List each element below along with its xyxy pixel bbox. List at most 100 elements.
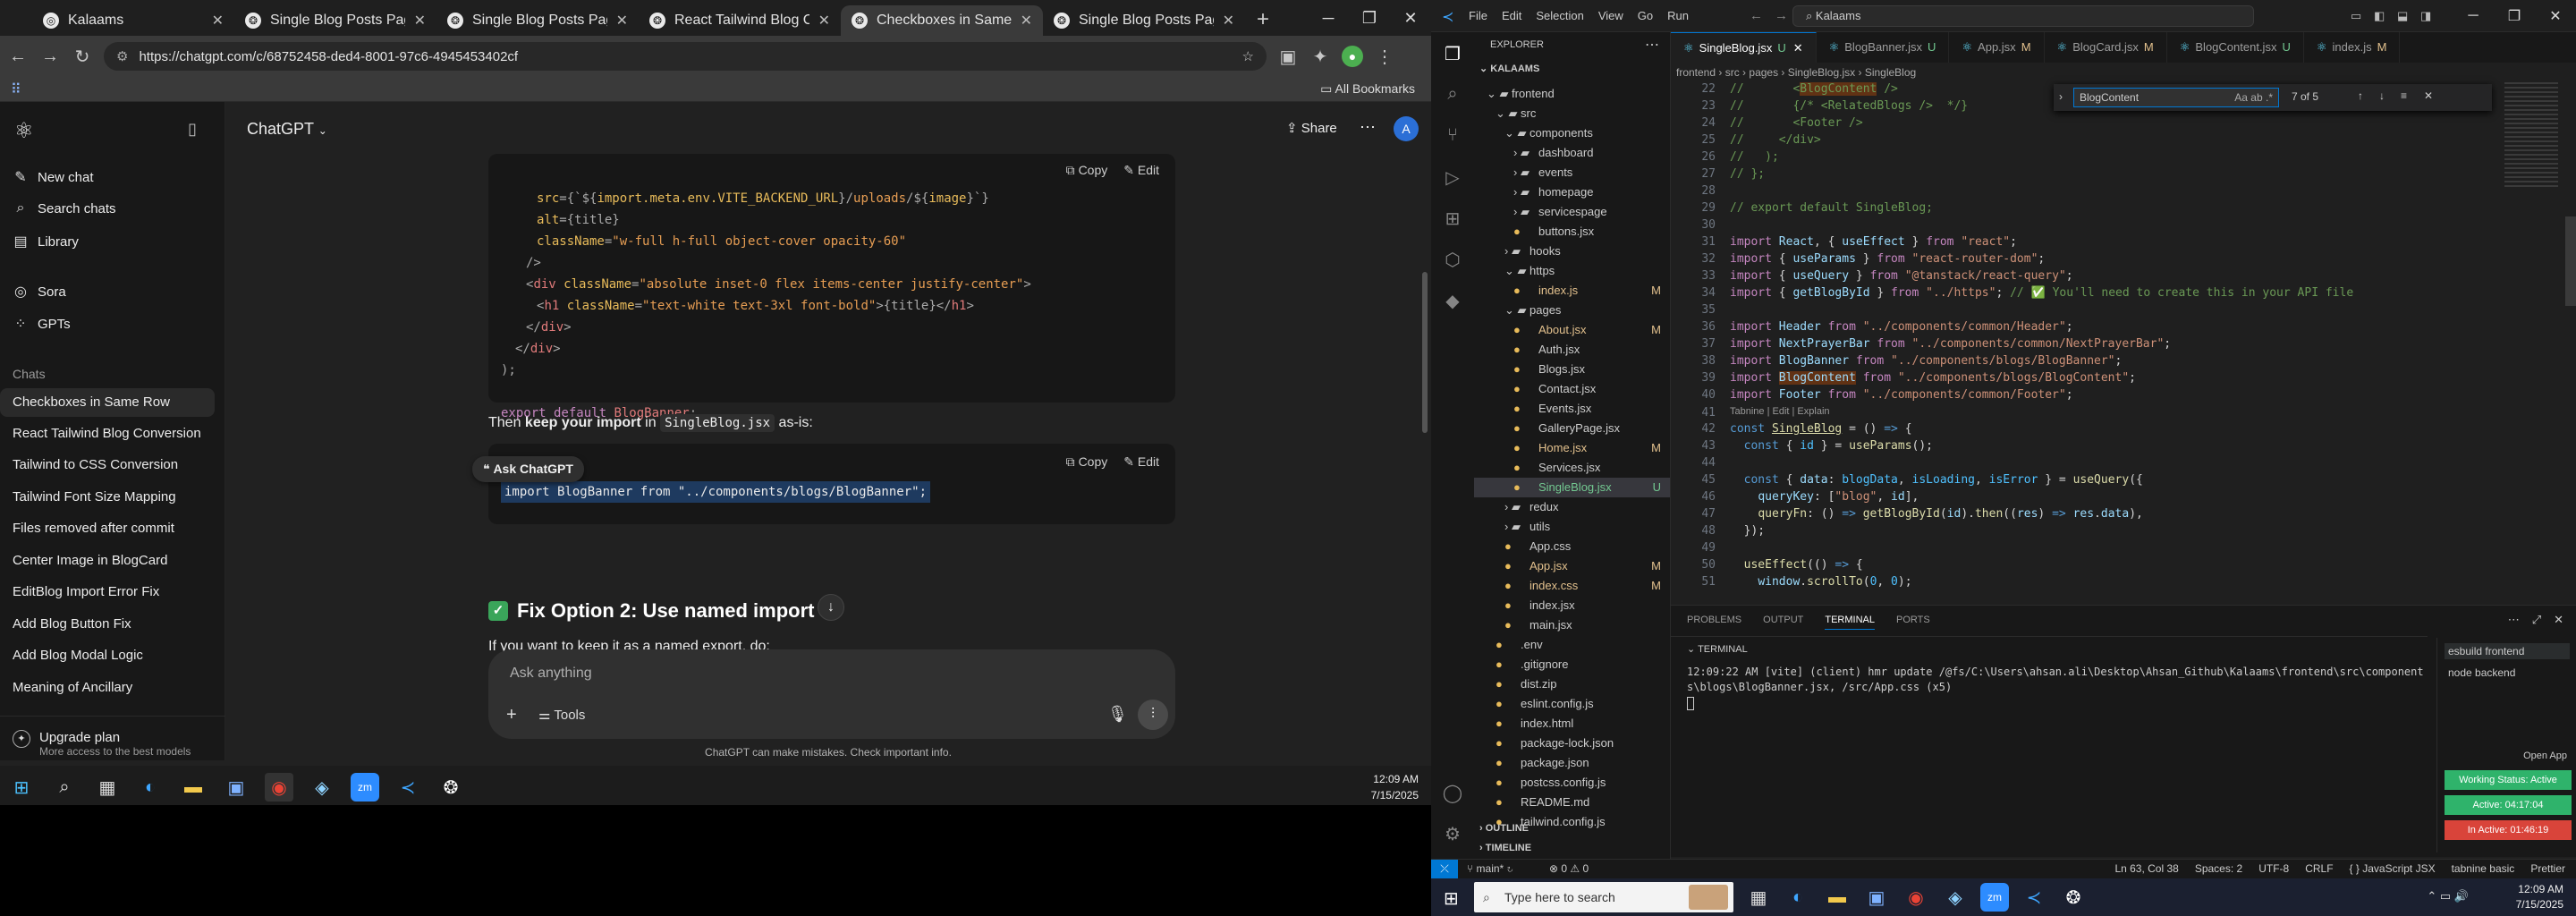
avatar[interactable]: A bbox=[1394, 116, 1419, 141]
tree-file[interactable]: ● dist.zip bbox=[1474, 674, 1670, 694]
codelens[interactable]: Tabnine | Edit | Explain bbox=[1730, 406, 1830, 417]
run-debug-icon[interactable]: ▷ bbox=[1442, 166, 1463, 188]
chatgpt-icon[interactable]: ❂ bbox=[436, 773, 465, 802]
close-icon[interactable]: ✕ bbox=[2535, 7, 2576, 25]
search-icon[interactable]: ⌕ bbox=[1442, 84, 1463, 106]
timeline-section[interactable]: › TIMELINE bbox=[1479, 843, 1531, 853]
maximize-icon[interactable]: ❐ bbox=[1349, 9, 1390, 28]
more-icon[interactable]: ⋯ bbox=[1645, 36, 1659, 54]
copy-button[interactable]: ⧉ Copy bbox=[1066, 163, 1108, 178]
tree-folder[interactable]: ⌄ ▰ pages bbox=[1474, 301, 1670, 320]
minimap[interactable] bbox=[2504, 82, 2558, 190]
file-explorer-icon[interactable]: ▬ bbox=[1823, 883, 1852, 912]
plus-icon[interactable]: + bbox=[506, 705, 517, 725]
remote-icon[interactable]: ⬡ bbox=[1442, 249, 1463, 270]
search-chats-button[interactable]: ⌕ Search chats bbox=[13, 200, 116, 216]
app-icon[interactable]: ◈ bbox=[1941, 883, 1970, 912]
windows-start-icon[interactable]: ⊞ bbox=[7, 773, 36, 802]
terminal-output[interactable]: 12:09:22 AM [vite] (client) hmr update /… bbox=[1687, 665, 2429, 695]
address-bar[interactable]: ⚙ https://chatgpt.com/c/68752458-ded4-80… bbox=[104, 42, 1267, 71]
chat-history-item[interactable]: React Tailwind Blog Conversion bbox=[13, 426, 201, 441]
previous-match-icon[interactable]: ↑ bbox=[2358, 89, 2363, 102]
menu-item[interactable]: Go bbox=[1638, 9, 1653, 22]
tree-file[interactable]: ● index.jsx bbox=[1474, 596, 1670, 615]
gpts-button[interactable]: ⁘ GPTs bbox=[13, 315, 70, 333]
tab-close-icon[interactable]: ✕ bbox=[1793, 41, 1803, 55]
chat-history-item[interactable]: Center Image in BlogCard bbox=[13, 553, 167, 568]
tab-close-icon[interactable]: ✕ bbox=[212, 12, 224, 30]
vscode-icon[interactable]: ≺ bbox=[394, 773, 422, 802]
site-info-icon[interactable]: ⚙ bbox=[116, 48, 128, 64]
close-icon[interactable]: ✕ bbox=[2554, 613, 2563, 627]
tab-close-icon[interactable]: ✕ bbox=[818, 12, 830, 30]
edit-button[interactable]: ✎ Edit bbox=[1123, 163, 1159, 178]
tree-folder[interactable]: ⌄ ▰ components bbox=[1474, 123, 1670, 143]
status-item[interactable]: Prettier bbox=[2530, 862, 2565, 875]
layout-icon[interactable]: ◧ bbox=[2374, 9, 2397, 23]
status-item[interactable]: Ln 63, Col 38 bbox=[2114, 862, 2178, 875]
chatgpt-icon[interactable]: ❂ bbox=[2059, 883, 2088, 912]
tree-folder[interactable]: › ▰ servicespage bbox=[1474, 202, 1670, 222]
tree-folder[interactable]: › ▰ redux bbox=[1474, 497, 1670, 517]
tree-file[interactable]: ● main.jsx bbox=[1474, 615, 1670, 635]
tree-folder[interactable]: › ▰ utils bbox=[1474, 517, 1670, 537]
zoom-icon[interactable]: zm bbox=[351, 773, 379, 802]
model-selector[interactable]: ChatGPT ⌄ bbox=[247, 120, 327, 139]
outline-section[interactable]: › OUTLINE bbox=[1479, 823, 1529, 834]
status-item[interactable]: { } JavaScript JSX bbox=[2350, 862, 2436, 875]
search-icon[interactable]: ⌕ bbox=[50, 773, 79, 802]
tree-file[interactable]: ● index.html bbox=[1474, 714, 1670, 734]
toggle-replace-icon[interactable]: › bbox=[2059, 90, 2063, 103]
status-item[interactable]: tabnine basic bbox=[2452, 862, 2515, 875]
scrollbar[interactable] bbox=[1420, 102, 1429, 760]
terminal-item[interactable]: node backend bbox=[2445, 665, 2519, 681]
account-icon[interactable]: ◯ bbox=[1442, 782, 1463, 803]
tools-button[interactable]: ⚌ Tools bbox=[538, 707, 585, 723]
tree-file[interactable]: ● package-lock.json bbox=[1474, 734, 1670, 753]
breadcrumb-item[interactable]: pages bbox=[1749, 66, 1778, 79]
tree-file[interactable]: ● .gitignore bbox=[1474, 655, 1670, 674]
task-view-icon[interactable]: ▦ bbox=[93, 773, 122, 802]
breadcrumb-item[interactable]: SingleBlog bbox=[1865, 66, 1916, 79]
problems-indicator[interactable]: ⊗ 0 ⚠ 0 bbox=[1549, 862, 1589, 875]
editor-tab[interactable]: ⚛ BlogBanner.jsx U bbox=[1817, 32, 1950, 63]
tray-icons[interactable]: ⌃ ▭ 🔊 bbox=[2427, 889, 2469, 903]
source-control-icon[interactable]: ⑂ bbox=[1442, 125, 1463, 147]
status-item[interactable]: UTF-8 bbox=[2258, 862, 2289, 875]
chat-history-item[interactable]: Add Blog Modal Logic bbox=[13, 648, 143, 663]
menu-item[interactable]: File bbox=[1469, 9, 1487, 22]
tree-file[interactable]: ● Events.jsx bbox=[1474, 399, 1670, 419]
find-in-selection-icon[interactable]: ≡ bbox=[2401, 89, 2407, 102]
tree-file[interactable]: ● index.js M bbox=[1474, 281, 1670, 301]
tree-file[interactable]: ● About.jsx M bbox=[1474, 320, 1670, 340]
chat-history-item[interactable]: Tailwind Font Size Mapping bbox=[13, 489, 176, 505]
editor-tab[interactable]: ⚛ index.js M bbox=[2304, 32, 2401, 63]
open-app-button[interactable]: Open App bbox=[2523, 751, 2567, 761]
status-item[interactable]: CRLF bbox=[2305, 862, 2333, 875]
panel-tab[interactable]: PROBLEMS bbox=[1687, 615, 1741, 630]
nav-back-icon[interactable]: ← bbox=[1750, 8, 1763, 23]
new-chat-button[interactable]: ✎ New chat bbox=[13, 168, 93, 186]
close-icon[interactable]: ✕ bbox=[2424, 89, 2433, 102]
layout-icon[interactable]: ⬓ bbox=[2397, 9, 2420, 23]
edge-icon[interactable]: ◐ bbox=[136, 773, 165, 802]
apps-icon[interactable]: ⠿ bbox=[11, 81, 21, 98]
vscode-icon[interactable]: ≺ bbox=[2020, 883, 2048, 912]
find-input[interactable]: BlogContent Aa ab .* bbox=[2073, 88, 2279, 107]
file-explorer-icon[interactable]: ▬ bbox=[179, 773, 208, 802]
chat-history-item[interactable]: EditBlog Import Error Fix bbox=[13, 584, 159, 599]
tree-file[interactable]: ● GalleryPage.jsx bbox=[1474, 419, 1670, 438]
chat-history-item[interactable]: Checkboxes in Same Row bbox=[0, 388, 215, 417]
sora-button[interactable]: ◎ Sora bbox=[13, 283, 66, 301]
browser-tab[interactable]: ❂ React Tailwind Blog Convers ✕ bbox=[639, 5, 841, 36]
tree-folder[interactable]: › ▰ events bbox=[1474, 163, 1670, 182]
copy-button[interactable]: ⧉ Copy bbox=[1066, 454, 1108, 470]
breadcrumb-item[interactable]: src bbox=[1725, 66, 1740, 79]
tree-file[interactable]: ● index.css M bbox=[1474, 576, 1670, 596]
menu-item[interactable]: Selection bbox=[1536, 9, 1583, 22]
menu-icon[interactable]: ⋮ bbox=[1374, 46, 1395, 68]
tree-folder[interactable]: › ▰ homepage bbox=[1474, 182, 1670, 202]
scroll-down-button[interactable]: ↓ bbox=[818, 594, 844, 621]
branch-indicator[interactable]: ⑂ main* ↻ bbox=[1467, 862, 1513, 875]
editor-tab[interactable]: ⚛ App.jsx M bbox=[1949, 32, 2045, 63]
